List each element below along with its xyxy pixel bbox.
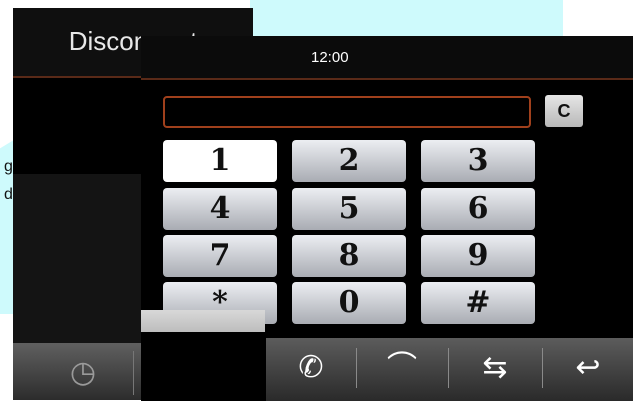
swap-icon[interactable]: ⇆ — [449, 338, 541, 401]
clear-button[interactable]: C — [545, 95, 583, 127]
back-bar-divider — [133, 351, 134, 395]
key-4[interactable]: 4 — [163, 188, 277, 230]
key-5[interactable]: 5 — [292, 188, 406, 230]
key-8[interactable]: 8 — [292, 235, 406, 277]
key-1[interactable]: 1 — [163, 140, 277, 182]
key-6[interactable]: 6 — [421, 188, 535, 230]
status-bar: 12:00 — [141, 36, 633, 80]
history-icon[interactable]: ◷ — [53, 355, 113, 390]
key-2[interactable]: 2 — [292, 140, 406, 182]
hang-up-icon[interactable]: ⌒ — [357, 338, 447, 401]
key-3[interactable]: 3 — [421, 140, 535, 182]
call-action-bar: ✆ ⌒ ⇆ ↩ — [266, 338, 633, 401]
key-0[interactable]: 0 — [292, 282, 406, 324]
keypad-edge-strip — [141, 310, 265, 332]
dialer-screen: 12:00 C 1 2 3 4 5 6 7 8 9 * 0 # ✆ ⌒ ⇆ ↩ — [141, 36, 633, 401]
key-9[interactable]: 9 — [421, 235, 535, 277]
key-7[interactable]: 7 — [163, 235, 277, 277]
key-hash[interactable]: # — [421, 282, 535, 324]
background-card-top — [250, 0, 563, 36]
back-icon[interactable]: ↩ — [543, 338, 633, 401]
clock: 12:00 — [311, 49, 349, 66]
call-icon[interactable]: ✆ — [266, 338, 356, 401]
number-input[interactable] — [163, 96, 531, 128]
